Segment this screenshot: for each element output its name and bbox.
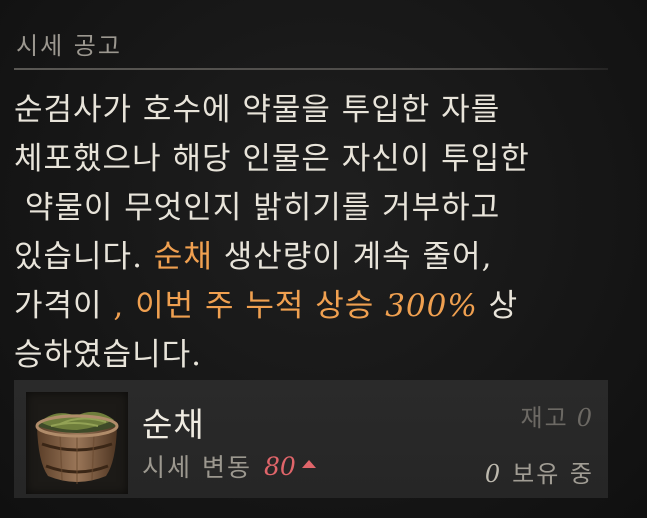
highlight-percent: 300% bbox=[385, 288, 478, 324]
stock-value: 0 bbox=[576, 404, 594, 432]
stock-label: 재고 bbox=[520, 404, 569, 432]
message-line-6: 승하였습니다. bbox=[14, 337, 202, 373]
price-change-row: 시세 변동 80 bbox=[142, 448, 316, 484]
notice-title: 시세 공고 bbox=[16, 32, 122, 60]
highlight-text: , 이번 주 누적 상승 bbox=[113, 288, 386, 324]
price-change-value: 80 bbox=[263, 451, 296, 481]
message-line-5: 가격이 , 이번 주 누적 상승 300% 상 bbox=[14, 282, 614, 331]
market-notice-panel: 시세 공고 순검사가 호수에 약물을 투입한 자를 체포했으나 해당 인물은 자… bbox=[0, 0, 647, 518]
owned-info: 0 보유 중 bbox=[485, 454, 594, 489]
price-change-label: 시세 변동 bbox=[142, 453, 252, 482]
message-line-1: 순검사가 호수에 약물을 투입한 자를 bbox=[14, 92, 501, 128]
stock-info: 재고 0 bbox=[521, 398, 594, 433]
highlight-item-name: 순채 bbox=[153, 239, 213, 275]
item-name: 순채 bbox=[142, 405, 205, 444]
owned-label: 보유 중 bbox=[512, 460, 594, 488]
message-line-4: 있습니다. 순채 생산량이 계속 줄어, bbox=[14, 233, 614, 282]
title-divider bbox=[14, 68, 608, 70]
message-line-2: 체포했으나 해당 인물은 자신이 투입한 bbox=[14, 141, 530, 177]
notice-message: 순검사가 호수에 약물을 투입한 자를 체포했으나 해당 인물은 자신이 투입한… bbox=[14, 86, 614, 380]
message-text: 있습니다. bbox=[14, 239, 154, 275]
item-card[interactable]: 순채 시세 변동 80 재고 0 0 보유 중 bbox=[14, 380, 608, 498]
message-text: 상 bbox=[477, 288, 519, 324]
basket-of-water-shield-icon bbox=[26, 392, 128, 494]
price-up-icon bbox=[301, 460, 316, 468]
message-line-3: 약물이 무엇인지 밝히기를 거부하고 bbox=[14, 190, 501, 226]
owned-value: 0 bbox=[484, 460, 503, 488]
message-text: 생산량이 계속 줄어, bbox=[212, 239, 493, 275]
message-text: 가격이 bbox=[14, 288, 114, 324]
